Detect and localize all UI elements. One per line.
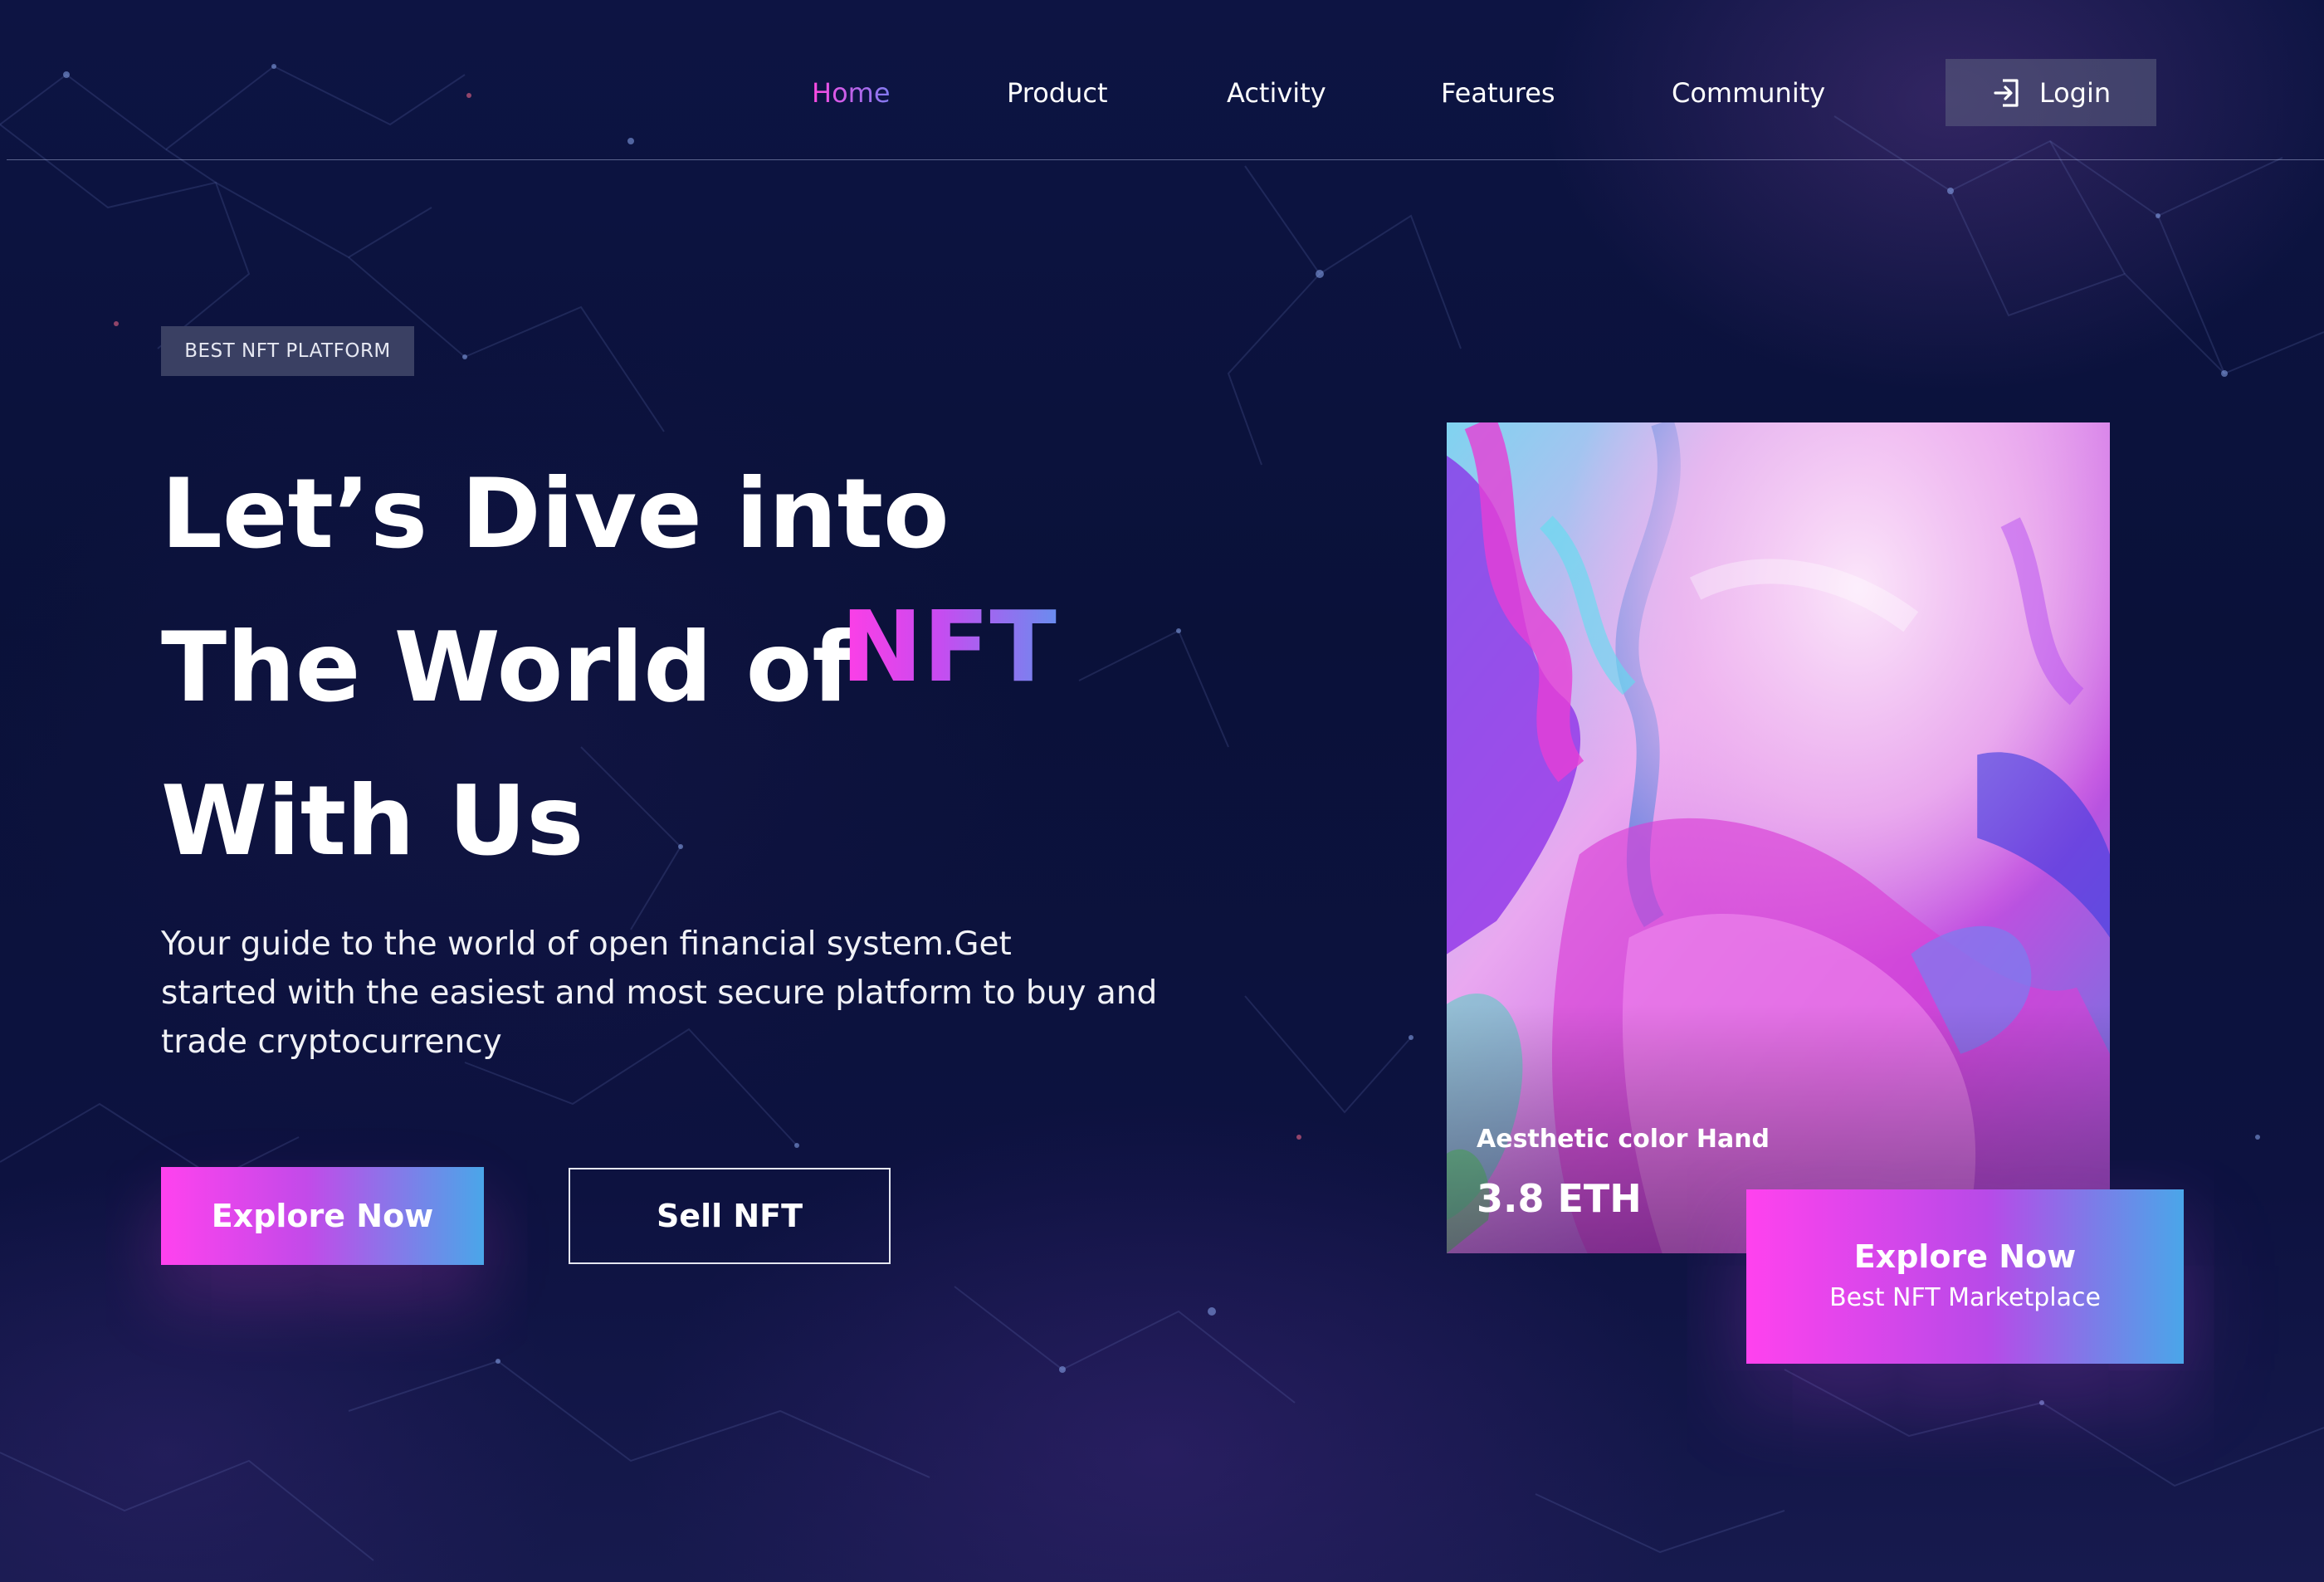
headline-line-2: The World of xyxy=(161,612,854,724)
nav-divider xyxy=(7,159,2324,160)
nav-item-community[interactable]: Community xyxy=(1672,75,1825,111)
description-line: Your guide to the world of open financia… xyxy=(161,925,1012,963)
top-nav: Home Product Activity Features Community… xyxy=(0,0,2324,159)
headline-line-1: Let’s Dive into xyxy=(161,458,950,570)
headline-line-3: With Us xyxy=(161,765,584,877)
description-line: trade cryptocurrency xyxy=(161,1023,502,1061)
nav-item-features[interactable]: Features xyxy=(1441,75,1555,111)
nav-item-home[interactable]: Home xyxy=(812,75,891,111)
cta-title: Explore Now xyxy=(1853,1238,2077,1275)
description-line: started with the easiest and most secure… xyxy=(161,974,1158,1012)
nav-item-activity[interactable]: Activity xyxy=(1227,75,1326,111)
headline-nft-highlight: NFT xyxy=(841,589,1057,704)
platform-badge: BEST NFT PLATFORM xyxy=(161,326,414,376)
nav-item-product[interactable]: Product xyxy=(1007,75,1108,111)
hero-description: Your guide to the world of open financia… xyxy=(161,920,1199,1067)
login-button[interactable]: Login xyxy=(1946,59,2156,126)
explore-now-button[interactable]: Explore Now xyxy=(161,1167,484,1265)
cta-subtitle: Best NFT Marketplace xyxy=(1829,1283,2101,1312)
nft-price: 3.8 ETH xyxy=(1477,1176,1642,1221)
nft-name: Aesthetic color Hand xyxy=(1477,1125,1770,1154)
login-icon xyxy=(1994,78,2019,107)
sell-nft-button[interactable]: Sell NFT xyxy=(569,1168,891,1264)
explore-marketplace-card[interactable]: Explore Now Best NFT Marketplace xyxy=(1746,1189,2184,1364)
login-label: Login xyxy=(2038,76,2112,109)
